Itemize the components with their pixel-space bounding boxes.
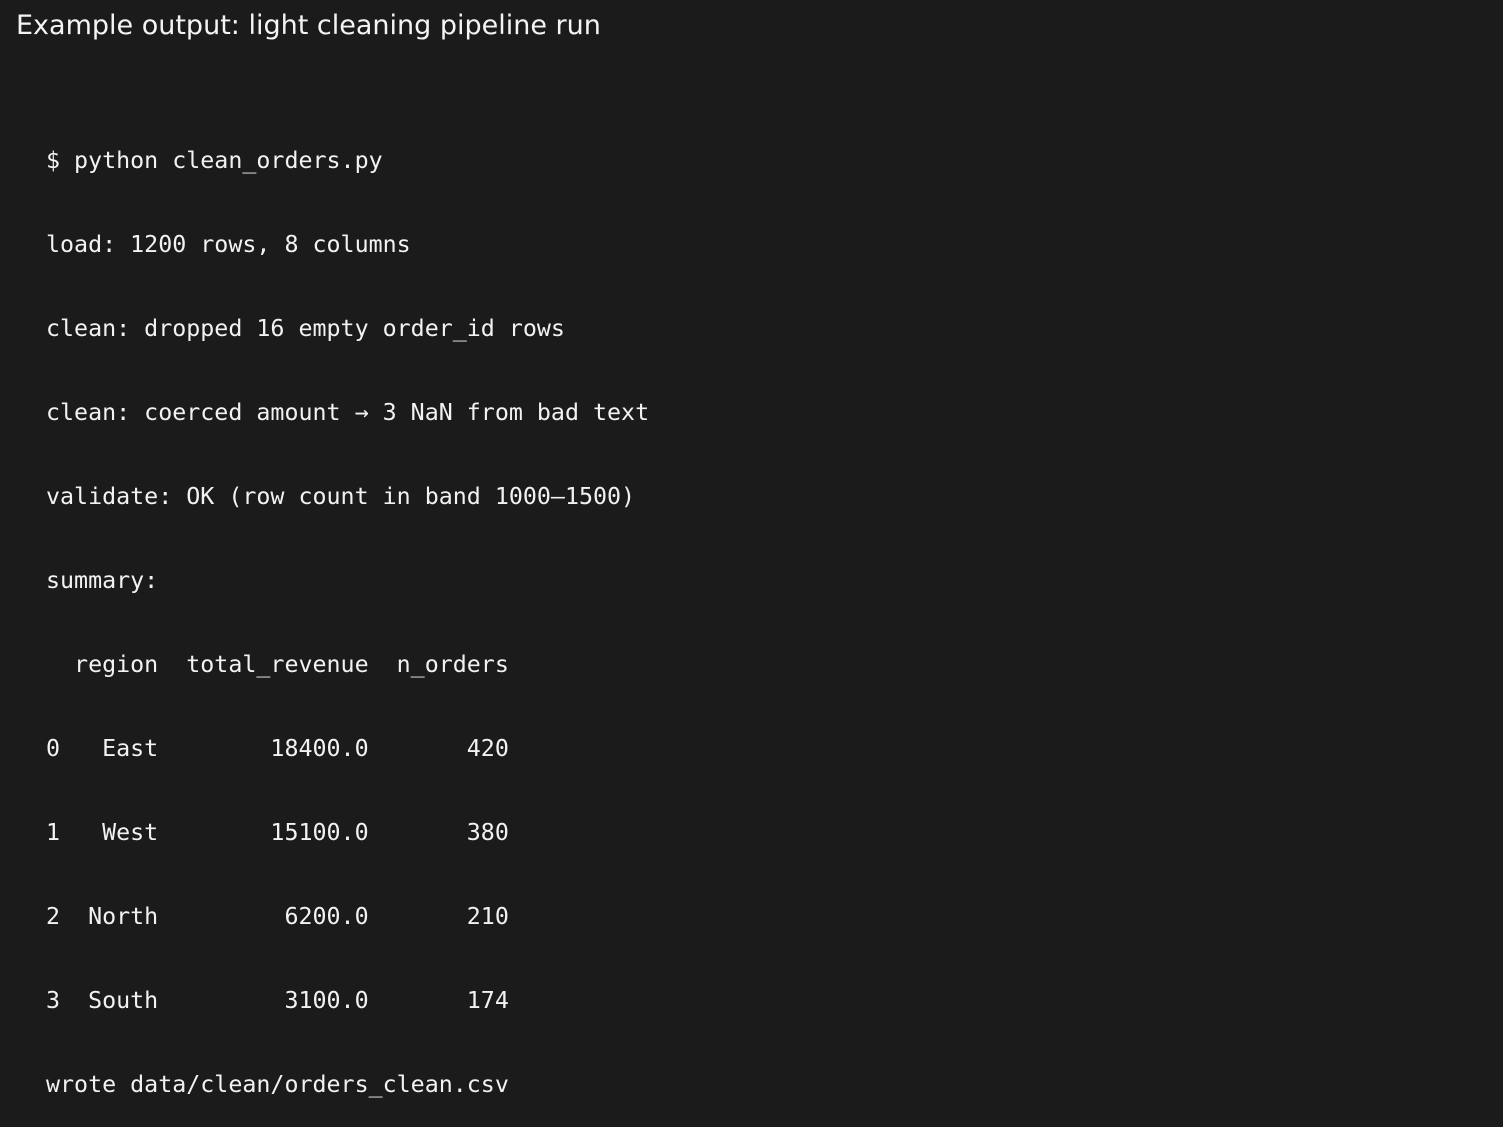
log-line-load: load: 1200 rows, 8 columns bbox=[46, 231, 411, 258]
summary-table-header: region total_revenue n_orders bbox=[46, 651, 509, 678]
log-line-validate: validate: OK (row count in band 1000–150… bbox=[46, 483, 636, 510]
summary-table-row: 3 South 3100.0 174 bbox=[46, 987, 509, 1014]
summary-table-row: 1 West 15100.0 380 bbox=[46, 819, 509, 846]
summary-table-row: 2 North 6200.0 210 bbox=[46, 903, 509, 930]
log-line-clean-coerced: clean: coerced amount → 3 NaN from bad t… bbox=[46, 399, 650, 426]
log-line-wrote: wrote data/clean/orders_clean.csv bbox=[46, 1071, 509, 1098]
page-title: Example output: light cleaning pipeline … bbox=[16, 10, 601, 41]
log-line-clean-dropped: clean: dropped 16 empty order_id rows bbox=[46, 315, 565, 342]
summary-label: summary: bbox=[46, 567, 159, 594]
summary-table-row: 0 East 18400.0 420 bbox=[46, 735, 509, 762]
terminal-output: $ python clean_orders.py load: 1200 rows… bbox=[46, 91, 649, 1127]
command-line: $ python clean_orders.py bbox=[46, 147, 383, 174]
